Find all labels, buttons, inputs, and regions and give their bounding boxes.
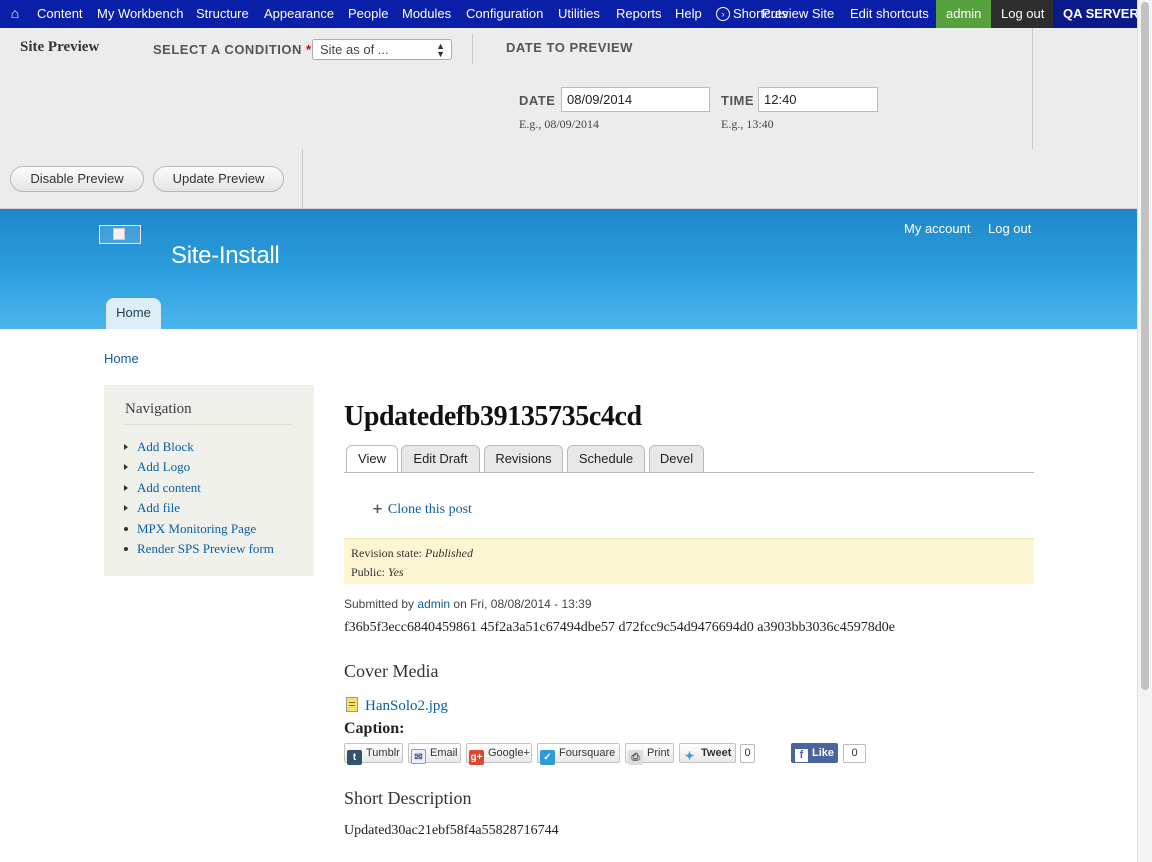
- toolbar-item-help[interactable]: Help: [675, 0, 702, 28]
- site-preview-panel: Site Preview SELECT A CONDITION * Site a…: [0, 28, 1137, 209]
- revision-state: Revision state: Published: [351, 546, 473, 560]
- my-account-link[interactable]: My account: [904, 221, 970, 236]
- toolbar-item-configuration[interactable]: Configuration: [466, 0, 543, 28]
- date-to-preview-heading: DATE TO PREVIEW: [506, 40, 633, 55]
- bullet-icon: [124, 527, 128, 531]
- required-marker: *: [306, 42, 312, 57]
- toolbar-item-my-workbench[interactable]: My Workbench: [97, 0, 183, 28]
- toolbar-item-appearance[interactable]: Appearance: [264, 0, 334, 28]
- email-icon: ✉: [411, 749, 426, 764]
- plus-icon: +: [372, 502, 383, 517]
- toolbar-item-reports[interactable]: Reports: [616, 0, 662, 28]
- collapsed-arrow-icon: [124, 444, 128, 450]
- edit-shortcuts-link[interactable]: Edit shortcuts: [850, 0, 929, 28]
- divider: [302, 149, 303, 209]
- share-googleplus-button[interactable]: g+ Google+: [466, 743, 532, 765]
- nav-item-add-logo[interactable]: Add Logo: [124, 459, 190, 475]
- date-input[interactable]: 08/09/2014: [561, 87, 710, 112]
- site-header: Site-Install My account Log out Home: [0, 209, 1137, 329]
- broken-image-icon: [113, 228, 125, 240]
- short-description-heading: Short Description: [344, 788, 472, 808]
- foursquare-check-icon: ✓: [540, 750, 555, 765]
- cover-media-file-link[interactable]: HanSolo2.jpg: [346, 697, 448, 715]
- nav-item-add-content[interactable]: Add content: [124, 480, 201, 496]
- tab-view[interactable]: View: [346, 445, 398, 473]
- share-email-button[interactable]: ✉ Email: [408, 743, 461, 764]
- chevron-right-icon: ›: [716, 7, 730, 21]
- navigation-title: Navigation: [125, 401, 192, 417]
- preview-site-link[interactable]: Preview Site: [762, 0, 834, 28]
- time-hint: E.g., 13:40: [721, 117, 774, 131]
- condition-select[interactable]: Site as of ... ▲ ▼: [312, 39, 452, 60]
- site-preview-title: Site Preview: [20, 39, 100, 55]
- cover-media-heading: Cover Media: [344, 661, 439, 681]
- tab-schedule[interactable]: Schedule: [567, 445, 645, 473]
- share-tweet-button[interactable]: ✦ Tweet: [679, 743, 736, 763]
- googleplus-icon: g+: [469, 750, 484, 765]
- nav-item-render-sps-preview[interactable]: Render SPS Preview form: [124, 541, 274, 557]
- facebook-like-button[interactable]: f Like: [791, 743, 838, 763]
- bullet-icon: [124, 547, 128, 551]
- like-count: 0: [843, 744, 866, 763]
- share-foursquare-button[interactable]: ✓ Foursquare: [537, 743, 620, 765]
- main-menu-home-tab[interactable]: Home: [106, 298, 161, 329]
- caption-label: Caption:: [344, 720, 405, 737]
- update-preview-button[interactable]: Update Preview: [153, 166, 284, 192]
- clone-post-link[interactable]: + Clone this post: [372, 502, 472, 518]
- select-arrows-icon: ▲ ▼: [436, 41, 445, 59]
- collapsed-arrow-icon: [124, 464, 128, 470]
- user-admin-link[interactable]: admin: [936, 0, 991, 28]
- divider: [1032, 28, 1033, 149]
- share-print-button[interactable]: ⎙ Print: [625, 743, 674, 765]
- page-title: Updatedefb39135735c4cd: [344, 401, 642, 432]
- toolbar-item-utilities[interactable]: Utilities: [558, 0, 600, 28]
- short-description-text: Updated30ac21ebf58f4a55828716744: [344, 823, 559, 838]
- toolbar-item-content[interactable]: Content: [37, 0, 83, 28]
- date-label: DATE: [519, 93, 556, 108]
- toolbar-logout-link[interactable]: Log out: [991, 0, 1053, 28]
- body-text: f36b5f3ecc6840459861 45f2a3a51c67494dbe5…: [344, 620, 895, 635]
- toolbar-item-people[interactable]: People: [348, 0, 388, 28]
- disable-preview-button[interactable]: Disable Preview: [10, 166, 144, 192]
- tab-edit-draft[interactable]: Edit Draft: [401, 445, 480, 473]
- site-logo[interactable]: [99, 225, 141, 244]
- collapsed-arrow-icon: [124, 485, 128, 491]
- condition-select-value: Site as of ...: [320, 42, 389, 57]
- page-scrollbar[interactable]: [1137, 0, 1152, 862]
- time-input[interactable]: 12:40: [758, 87, 878, 112]
- tabs-baseline: [344, 472, 1034, 473]
- facebook-icon: f: [795, 749, 808, 762]
- site-name[interactable]: Site-Install: [171, 242, 280, 270]
- header-logout-link[interactable]: Log out: [988, 221, 1031, 236]
- tab-revisions[interactable]: Revisions: [484, 445, 563, 473]
- divider: [125, 424, 293, 425]
- nav-item-add-block[interactable]: Add Block: [124, 439, 194, 455]
- breadcrumb-home[interactable]: Home: [104, 351, 139, 366]
- printer-icon: ⎙: [628, 750, 643, 765]
- date-hint: E.g., 08/09/2014: [519, 117, 599, 131]
- scrollbar-thumb[interactable]: [1141, 2, 1149, 690]
- nav-item-add-file[interactable]: Add file: [124, 500, 180, 516]
- share-tumblr-button[interactable]: t Tumblr: [344, 743, 403, 765]
- public-state: Public: Yes: [351, 565, 404, 579]
- toolbar-item-modules[interactable]: Modules: [402, 0, 451, 28]
- tab-devel[interactable]: Devel: [649, 445, 704, 473]
- condition-label: SELECT A CONDITION *: [153, 42, 312, 57]
- author-link[interactable]: admin: [417, 597, 450, 611]
- image-file-icon: [346, 697, 358, 712]
- divider: [472, 34, 473, 64]
- admin-toolbar: ⌂ Content My Workbench Structure Appeara…: [0, 0, 1139, 28]
- tweet-count: 0: [740, 744, 755, 763]
- navigation-block: Navigation Add Block Add Logo Add conten…: [104, 385, 314, 576]
- twitter-bird-icon: ✦: [684, 749, 695, 763]
- toolbar-item-structure[interactable]: Structure: [196, 0, 249, 28]
- qa-server-badge: QA SERVER: [1053, 0, 1139, 28]
- revision-info-box: Revision state: Published Public: Yes: [344, 538, 1034, 584]
- tumblr-icon: t: [347, 750, 362, 765]
- time-label: TIME: [721, 93, 755, 108]
- home-icon[interactable]: ⌂: [6, 0, 24, 28]
- submitted-line: Submitted by admin on Fri, 08/08/2014 - …: [344, 597, 592, 611]
- nav-item-mpx-monitoring[interactable]: MPX Monitoring Page: [124, 521, 256, 537]
- collapsed-arrow-icon: [124, 505, 128, 511]
